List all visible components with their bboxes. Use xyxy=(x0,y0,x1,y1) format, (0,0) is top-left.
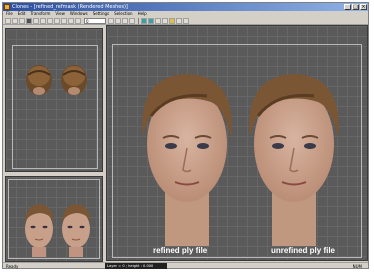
grid-icon[interactable] xyxy=(108,17,114,24)
render-icon[interactable] xyxy=(26,17,32,24)
toolbar: 0 xyxy=(3,17,368,25)
redo-icon[interactable] xyxy=(40,17,46,24)
toolbar-separator xyxy=(138,17,139,24)
app-window: Clones - [refined_refmask (Rendered Mesh… xyxy=(2,2,369,274)
bottom-viewport[interactable] xyxy=(5,176,103,262)
mesh-view-icon[interactable] xyxy=(141,17,147,24)
caption-refined: refined ply file xyxy=(153,246,208,255)
help-icon[interactable] xyxy=(183,17,189,24)
maximize-button[interactable]: □ xyxy=(352,4,359,10)
caption-unrefined: unrefined ply file xyxy=(271,246,336,255)
unrefined-head xyxy=(249,74,339,246)
minimize-button[interactable]: _ xyxy=(344,4,351,10)
window-title: Clones - [refined_refmask (Rendered Mesh… xyxy=(12,4,128,10)
status-ready: Ready xyxy=(6,264,19,269)
new-file-icon[interactable] xyxy=(5,17,11,24)
close-button[interactable]: × xyxy=(360,4,367,10)
bottom-view-heads xyxy=(25,204,91,257)
light-icon[interactable] xyxy=(129,17,135,24)
highlight-icon[interactable] xyxy=(169,17,175,24)
bottom-view-head-right xyxy=(62,204,91,257)
camera-icon[interactable] xyxy=(176,17,182,24)
rotate-icon[interactable] xyxy=(61,17,67,24)
top-viewport[interactable] xyxy=(5,28,103,172)
window-controls: _ □ × xyxy=(344,4,367,10)
title-bar[interactable]: Clones - [refined_refmask (Rendered Mesh… xyxy=(3,3,368,11)
texture-icon[interactable] xyxy=(162,17,168,24)
bottom-view-head-left xyxy=(25,204,54,257)
status-layer-info: Layer = 0 ; height : 0.000 bottom xyxy=(105,263,167,274)
top-view-heads xyxy=(26,65,87,95)
top-view-head-right xyxy=(61,65,87,95)
snap-icon[interactable] xyxy=(122,17,128,24)
open-folder-icon[interactable] xyxy=(12,17,18,24)
app-icon xyxy=(4,4,10,10)
scale-icon[interactable] xyxy=(68,17,74,24)
status-bar: Ready Layer = 0 ; height : 0.000 bottom … xyxy=(3,262,368,274)
undo-icon[interactable] xyxy=(33,17,39,24)
status-num: NUM xyxy=(352,264,362,269)
shade-icon[interactable] xyxy=(155,17,161,24)
main-viewport[interactable]: refined ply file unrefined ply file xyxy=(106,25,368,261)
save-icon[interactable] xyxy=(19,17,25,24)
main-view-heads xyxy=(142,74,339,246)
top-view-head-left xyxy=(26,65,52,95)
value-field[interactable]: 0 xyxy=(84,17,106,24)
wireframe-icon[interactable] xyxy=(148,17,154,24)
move-icon[interactable] xyxy=(54,17,60,24)
zoom-icon[interactable] xyxy=(75,17,81,24)
refined-head xyxy=(142,74,232,246)
select-icon[interactable] xyxy=(47,17,53,24)
axis-icon[interactable] xyxy=(115,17,121,24)
left-pane xyxy=(4,25,104,263)
